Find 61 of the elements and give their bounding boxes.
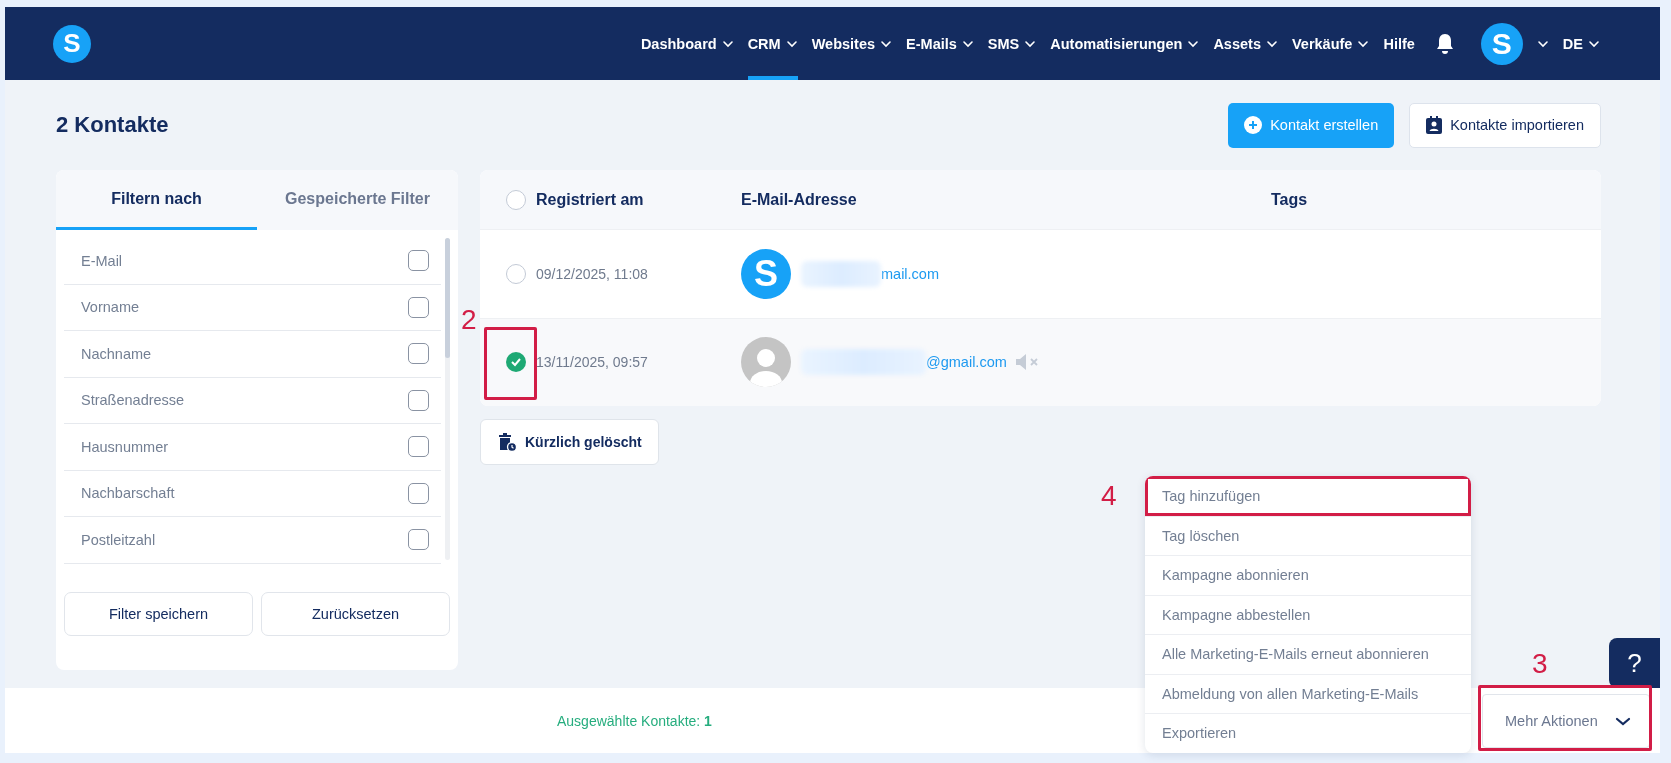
nav-item[interactable]: Automatisierungen (1050, 7, 1200, 80)
nav-item[interactable]: E-Mails (906, 7, 974, 80)
menu-item[interactable]: Abmeldung von allen Marketing-E-Mails (1145, 673, 1471, 713)
filter-tab[interactable]: Gespeicherte Filter (257, 170, 458, 230)
selected-contacts-count: Ausgewählte Kontakte: 1 (557, 712, 712, 729)
registered-date: 09/12/2025, 11:08 (536, 265, 649, 282)
filter-label: Nachname (81, 345, 152, 362)
select-all-radio[interactable] (506, 189, 526, 210)
nav-item[interactable]: CRM (747, 7, 798, 80)
help-button[interactable]: ? (1609, 638, 1660, 688)
menu-item[interactable]: Kampagne abonnieren (1145, 555, 1471, 595)
reset-button[interactable]: Zurücksetzen (261, 592, 450, 636)
save-filter-button[interactable]: Filter speichern (64, 592, 253, 636)
recently-deleted-button[interactable]: Kürzlich gelöscht (480, 419, 659, 465)
more-actions-button[interactable]: Mehr Aktionen (1482, 693, 1650, 748)
user-silhouette-avatar (741, 337, 791, 388)
page-title: 2 Kontakte (56, 112, 169, 138)
annotation-number: 4 (1101, 482, 1117, 510)
column-header: Tags (1270, 190, 1308, 209)
filter-label: Straßenadresse (81, 392, 185, 409)
language-selector[interactable]: DE (1562, 7, 1600, 80)
filter-label: Hausnummer (81, 438, 169, 455)
nav-item[interactable]: Assets (1213, 7, 1278, 80)
column-header: E-Mail-Adresse (741, 190, 858, 209)
menu-item[interactable]: Kampagne abbestellen (1145, 594, 1471, 634)
column-header: Registriert am (536, 190, 645, 209)
bell-icon[interactable] (1434, 32, 1455, 55)
menu-item[interactable]: Tag hinzufügen (1145, 476, 1471, 516)
filter-checkbox[interactable] (408, 529, 429, 551)
row-select-radio[interactable] (506, 263, 526, 284)
filter-label: Vorname (81, 299, 140, 316)
filter-label: E-Mail (81, 252, 123, 269)
filter-checkbox[interactable] (408, 389, 429, 411)
filter-checkbox[interactable] (408, 436, 429, 458)
nav-item[interactable]: Hilfe (1383, 7, 1415, 80)
contact-row[interactable]: 13/11/2025, 09:57 @gmail.com (480, 317, 1601, 406)
annotation-number: 2 (461, 306, 477, 334)
menu-item[interactable]: Alle Marketing-E-Mails erneut abonnieren (1145, 634, 1471, 674)
nav-item[interactable]: Websites (811, 7, 893, 80)
filter-checkbox[interactable] (408, 296, 429, 318)
contact-card-icon (1426, 116, 1443, 134)
menu-item[interactable]: Exportieren (1145, 713, 1471, 753)
annotation-number: 3 (1532, 650, 1548, 678)
trash-clock-icon (497, 432, 517, 452)
registered-date: 13/11/2025, 09:57 (536, 354, 649, 371)
filter-checkbox[interactable] (408, 343, 429, 365)
filter-tab[interactable]: Filtern nach (56, 170, 257, 230)
check-icon (510, 356, 522, 369)
contact-avatar: S (741, 248, 791, 299)
import-contacts-button[interactable]: Kontakte importieren (1409, 102, 1601, 148)
nav-item[interactable]: Verkäufe (1291, 7, 1370, 80)
row-select-radio[interactable] (506, 352, 526, 373)
nav-item[interactable]: SMS (987, 7, 1037, 80)
nav-item[interactable]: Dashboard (640, 7, 734, 80)
filter-checkbox[interactable] (408, 482, 429, 504)
scrollbar[interactable] (445, 238, 450, 560)
filter-checkbox[interactable] (408, 250, 429, 272)
filter-label: Postleitzahl (81, 531, 156, 548)
plus-circle-icon (1244, 116, 1263, 134)
menu-item[interactable]: Tag löschen (1145, 515, 1471, 555)
filter-label: Nachbarschaft (81, 485, 175, 502)
